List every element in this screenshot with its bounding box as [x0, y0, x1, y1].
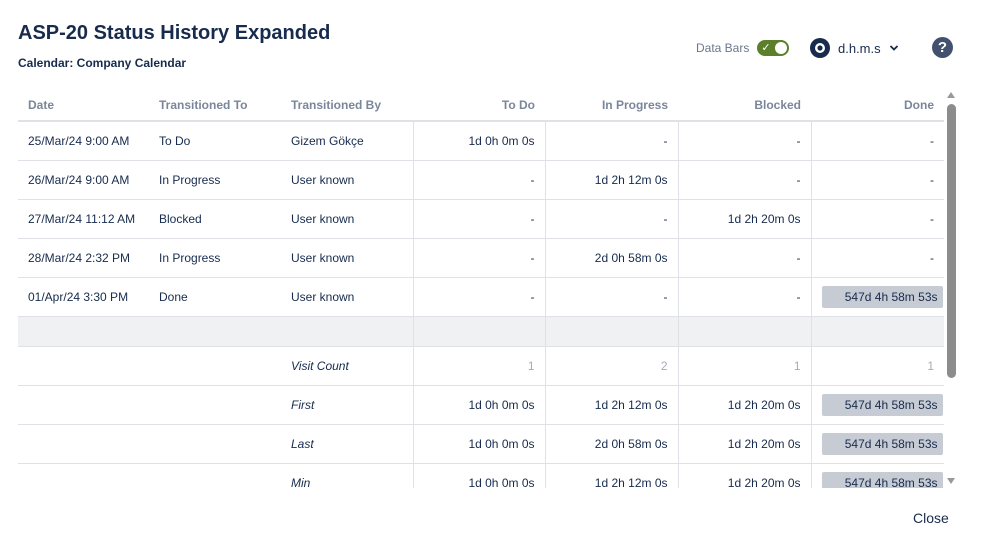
table-row: 28/Mar/24 2:32 PM In Progress User known…	[18, 238, 944, 278]
cell-transitioned-to: To Do	[149, 121, 281, 161]
cell-date: 25/Mar/24 9:00 AM	[18, 121, 149, 161]
cell-transitioned-by: Gizem Gökçe	[281, 121, 413, 161]
summary-label: Min	[281, 463, 413, 488]
cell-done: -	[810, 199, 944, 239]
cell-transitioned-to: In Progress	[149, 238, 281, 278]
cell-todo: 1	[412, 346, 545, 386]
summary-row: First 1d 0h 0m 0s 1d 2h 12m 0s 1d 2h 20m…	[18, 385, 944, 425]
cell-transitioned-to: Blocked	[149, 199, 281, 239]
cell-in-progress: 1d 2h 12m 0s	[544, 463, 678, 488]
data-bar: 547d 4h 58m 53s	[821, 393, 943, 416]
cell-done: -	[810, 238, 944, 278]
status-history-table: Date Transitioned To Transitioned By To …	[18, 90, 944, 488]
column-header-blocked[interactable]: Blocked	[678, 90, 811, 122]
cell-blocked: -	[677, 277, 811, 317]
column-header-done[interactable]: Done	[811, 90, 944, 122]
cell-in-progress: -	[544, 277, 678, 317]
summary-label: Last	[281, 424, 413, 464]
column-header-in-progress[interactable]: In Progress	[545, 90, 678, 122]
cell-in-progress: -	[544, 199, 678, 239]
scroll-down-arrow-icon[interactable]	[947, 478, 955, 484]
cell-todo: 1d 0h 0m 0s	[412, 121, 545, 161]
cell-done: 547d 4h 58m 53s	[810, 424, 944, 464]
data-bar: 547d 4h 58m 53s	[821, 471, 943, 488]
data-bar: 547d 4h 58m 53s	[821, 285, 943, 308]
cell-todo: 1d 0h 0m 0s	[412, 385, 545, 425]
cell-transitioned-to: Done	[149, 277, 281, 317]
cell-transitioned-by: User known	[281, 199, 413, 239]
cell-blocked: -	[677, 160, 811, 200]
data-bars-toggle[interactable]: ✓	[757, 40, 790, 56]
table-spacer-row	[18, 316, 944, 347]
column-header-transitioned-by[interactable]: Transitioned By	[281, 90, 413, 122]
column-header-transitioned-to[interactable]: Transitioned To	[149, 90, 281, 122]
column-header-todo[interactable]: To Do	[413, 90, 545, 122]
cell-todo: -	[412, 199, 545, 239]
cell-done: -	[810, 160, 944, 200]
cell-date: 27/Mar/24 11:12 AM	[18, 199, 149, 239]
cell-transitioned-by: User known	[281, 160, 413, 200]
cell-date: 28/Mar/24 2:32 PM	[18, 238, 149, 278]
cell-done: 547d 4h 58m 53s	[810, 385, 944, 425]
summary-label: First	[281, 385, 413, 425]
cell-date: 26/Mar/24 9:00 AM	[18, 160, 149, 200]
help-icon[interactable]: ?	[932, 37, 953, 58]
cell-done: 547d 4h 58m 53s	[810, 463, 944, 488]
summary-row: Min 1d 0h 0m 0s 1d 2h 12m 0s 1d 2h 20m 0…	[18, 463, 944, 488]
table-row: 01/Apr/24 3:30 PM Done User known - - - …	[18, 277, 944, 317]
cell-blocked: 1d 2h 20m 0s	[677, 424, 811, 464]
cell-transitioned-to: In Progress	[149, 160, 281, 200]
cell-done: 1	[810, 346, 944, 386]
scroll-up-arrow-icon[interactable]	[947, 92, 955, 98]
data-bar: 547d 4h 58m 53s	[821, 432, 943, 455]
cell-in-progress: 1d 2h 12m 0s	[544, 385, 678, 425]
cell-todo: -	[412, 160, 545, 200]
cell-in-progress: 2	[544, 346, 678, 386]
cell-done: -	[810, 121, 944, 161]
table-row: 26/Mar/24 9:00 AM In Progress User known…	[18, 160, 944, 200]
time-format-dropdown[interactable]: d.h.m.s	[810, 38, 899, 58]
close-button[interactable]: Close	[913, 510, 949, 526]
cell-blocked: 1d 2h 20m 0s	[677, 463, 811, 488]
cell-transitioned-by: User known	[281, 238, 413, 278]
table-scrollbar[interactable]	[946, 92, 957, 488]
table-header-row: Date Transitioned To Transitioned By To …	[18, 90, 944, 122]
summary-label: Visit Count	[281, 346, 413, 386]
toggle-knob	[775, 42, 788, 54]
time-format-label: d.h.m.s	[838, 40, 881, 56]
cell-in-progress: -	[544, 121, 678, 161]
data-bars-control: Data Bars ✓	[696, 37, 790, 59]
scrollbar-thumb[interactable]	[947, 104, 956, 378]
cell-in-progress: 2d 0h 58m 0s	[544, 238, 678, 278]
cell-in-progress: 2d 0h 58m 0s	[544, 424, 678, 464]
cell-blocked: 1	[677, 346, 811, 386]
cell-todo: 1d 0h 0m 0s	[412, 424, 545, 464]
cell-done: 547d 4h 58m 53s	[810, 277, 944, 317]
calendar-label: Calendar: Company Calendar	[18, 56, 187, 70]
table-row: 25/Mar/24 9:00 AM To Do Gizem Gökçe 1d 0…	[18, 121, 944, 161]
cell-todo: -	[412, 238, 545, 278]
column-header-date[interactable]: Date	[18, 90, 149, 122]
cell-blocked: 1d 2h 20m 0s	[677, 385, 811, 425]
cell-transitioned-by: User known	[281, 277, 413, 317]
cell-blocked: 1d 2h 20m 0s	[677, 199, 811, 239]
eye-icon	[810, 38, 830, 58]
summary-row: Visit Count 1 2 1 1	[18, 346, 944, 386]
cell-date: 01/Apr/24 3:30 PM	[18, 277, 149, 317]
cell-blocked: -	[677, 238, 811, 278]
cell-blocked: -	[677, 121, 811, 161]
check-icon: ✓	[761, 42, 771, 54]
data-bars-label: Data Bars	[696, 41, 750, 55]
cell-in-progress: 1d 2h 12m 0s	[544, 160, 678, 200]
summary-row: Last 1d 0h 0m 0s 2d 0h 58m 0s 1d 2h 20m …	[18, 424, 944, 464]
table-row: 27/Mar/24 11:12 AM Blocked User known - …	[18, 199, 944, 239]
cell-todo: 1d 0h 0m 0s	[412, 463, 545, 488]
cell-todo: -	[412, 277, 545, 317]
dialog-title: ASP-20 Status History Expanded	[18, 22, 331, 44]
chevron-down-icon	[889, 45, 898, 51]
